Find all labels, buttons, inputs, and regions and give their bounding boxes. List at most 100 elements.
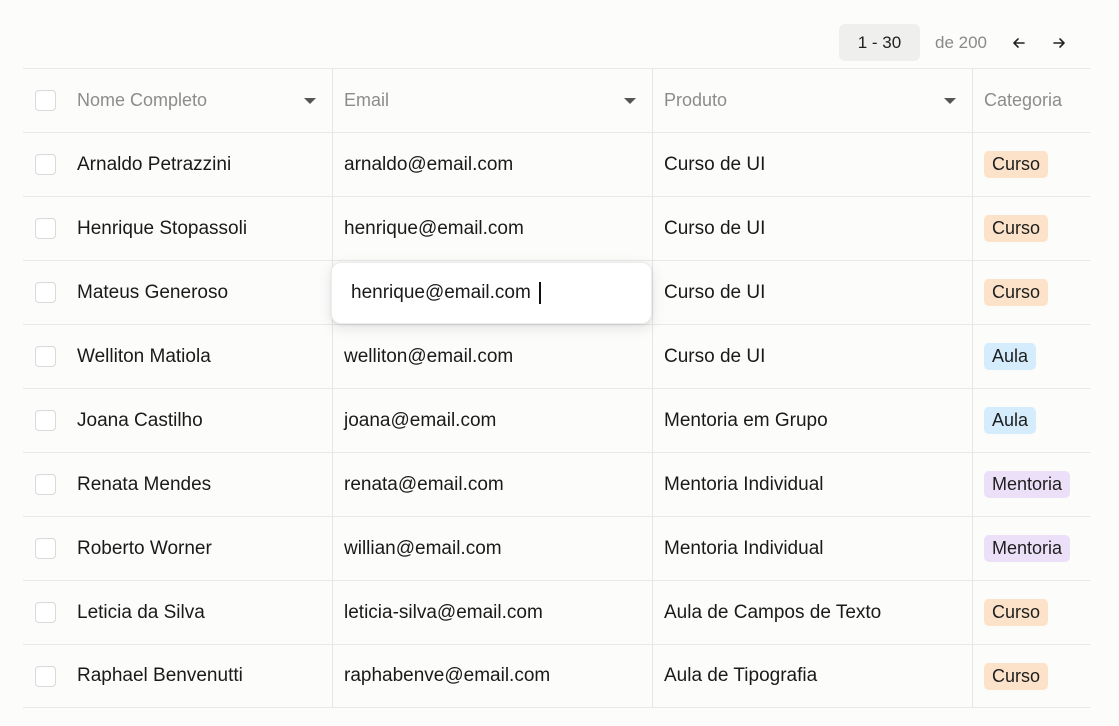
cell-name: Renata Mendes: [23, 453, 332, 516]
category-badge: Mentoria: [984, 471, 1071, 498]
next-page-button[interactable]: [1047, 31, 1071, 55]
category-badge: Mentoria: [984, 535, 1071, 562]
table-row[interactable]: Leticia da Silva leticia-silva@email.com A…: [23, 580, 1090, 644]
cell-email[interactable]: leticia-silva@email.com: [332, 581, 652, 644]
product-text: Mentoria Individual: [664, 537, 824, 559]
column-label: Produto: [664, 90, 728, 110]
table-header-row: Nome Completo Email Produto Categoria: [23, 68, 1090, 132]
table-row[interactable]: Henrique Stopassoli henrique@email.com Cur…: [23, 196, 1090, 260]
email-text: joana@email.com: [344, 409, 497, 431]
table-row[interactable]: Roberto Worner willian@email.com Mentoria …: [23, 516, 1090, 580]
cell-email[interactable]: welliton@email.com: [332, 325, 652, 388]
table-row[interactable]: Renata Mendes renata@email.com Mentoria In…: [23, 452, 1090, 516]
chevron-down-icon[interactable]: [304, 97, 316, 104]
product-text: Mentoria Individual: [664, 473, 824, 495]
name-text: Arnaldo Petrazzini: [77, 153, 232, 175]
cell-category[interactable]: Aula: [972, 325, 1090, 388]
row-checkbox[interactable]: [35, 665, 56, 687]
cell-category[interactable]: Mentoria: [972, 517, 1090, 580]
cell-name: Joana Castilho: [23, 389, 332, 452]
product-text: Aula de Tipografia: [664, 665, 818, 686]
cell-email[interactable]: raphabenve@email.com: [332, 645, 652, 707]
chevron-down-icon[interactable]: [624, 97, 636, 104]
category-badge: Curso: [984, 151, 1049, 178]
cell-name: Raphael Benvenutti: [23, 645, 332, 707]
cell-category[interactable]: Curso: [972, 645, 1090, 707]
row-checkbox[interactable]: [35, 218, 56, 239]
email-edit-popover: [331, 262, 652, 324]
name-text: Welliton Matiola: [77, 345, 211, 367]
row-checkbox[interactable]: [35, 602, 56, 623]
table-row[interactable]: Arnaldo Petrazzini arnaldo@email.com Curso…: [23, 132, 1090, 196]
row-checkbox[interactable]: [35, 282, 56, 303]
text-cursor: [539, 282, 541, 304]
column-label: Email: [344, 90, 390, 110]
cell-category[interactable]: Curso: [972, 581, 1090, 644]
cell-product[interactable]: Aula de Campos de Texto: [652, 581, 972, 644]
cell-category[interactable]: Curso: [972, 133, 1090, 196]
cell-name: Mateus Generoso: [23, 261, 332, 324]
cell-name: Arnaldo Petrazzini: [23, 133, 332, 196]
cell-category[interactable]: Curso: [972, 197, 1090, 260]
cell-product[interactable]: Mentoria em Grupo: [652, 389, 972, 452]
cell-category[interactable]: Mentoria: [972, 453, 1090, 516]
email-text: raphabenve@email.com: [344, 665, 551, 686]
cell-name: Roberto Worner: [23, 517, 332, 580]
table-row[interactable]: Welliton Matiola welliton@email.com Curso …: [23, 324, 1090, 388]
cell-category[interactable]: Aula: [972, 389, 1090, 452]
chevron-down-icon[interactable]: [944, 97, 956, 104]
row-checkbox[interactable]: [35, 154, 56, 175]
data-table: Nome Completo Email Produto Categoria Ar…: [23, 68, 1090, 708]
product-text: Aula de Campos de Texto: [664, 601, 882, 623]
cell-product[interactable]: Mentoria Individual: [652, 517, 972, 580]
cell-email[interactable]: arnaldo@email.com: [332, 133, 652, 196]
email-text: leticia-silva@email.com: [344, 601, 543, 623]
category-badge: Curso: [984, 215, 1049, 242]
email-text: welliton@email.com: [344, 345, 514, 367]
cell-name: Leticia da Silva: [23, 581, 332, 644]
column-label: Categoria: [984, 90, 1063, 110]
page-range[interactable]: 1 - 30: [839, 24, 920, 61]
email-edit-input[interactable]: [351, 282, 581, 304]
arrow-right-icon: [1053, 37, 1065, 48]
product-text: Curso de UI: [664, 345, 766, 367]
name-text: Renata Mendes: [77, 473, 212, 495]
cell-email[interactable]: willian@email.com: [332, 517, 652, 580]
name-text: Joana Castilho: [77, 409, 203, 431]
cell-category[interactable]: Curso: [972, 261, 1090, 324]
column-header-name[interactable]: Nome Completo: [23, 69, 332, 132]
column-header-product[interactable]: Produto: [652, 69, 972, 132]
cell-product[interactable]: Aula de Tipografia: [652, 645, 972, 707]
cell-email[interactable]: henrique@email.com: [332, 197, 652, 260]
product-text: Curso de UI: [664, 217, 766, 239]
category-badge: Aula: [984, 407, 1037, 434]
cell-product[interactable]: Curso de UI: [652, 261, 972, 324]
prev-page-button[interactable]: [1007, 31, 1031, 55]
email-text: willian@email.com: [344, 537, 502, 559]
column-header-email[interactable]: Email: [332, 69, 652, 132]
name-text: Henrique Stopassoli: [77, 217, 248, 239]
cell-product[interactable]: Curso de UI: [652, 197, 972, 260]
table-row[interactable]: Raphael Benvenutti raphabenve@email.com Au…: [23, 644, 1090, 708]
name-text: Mateus Generoso: [77, 281, 229, 303]
cell-product[interactable]: Curso de UI: [652, 325, 972, 388]
row-checkbox[interactable]: [35, 538, 56, 559]
page-total: de 200: [935, 32, 987, 52]
email-text: arnaldo@email.com: [344, 153, 514, 175]
data-table-page: 1 - 30 de 200 Nome Completo Email Produt…: [0, 0, 1119, 726]
column-header-category[interactable]: Categoria: [972, 69, 1090, 132]
row-checkbox[interactable]: [35, 346, 56, 367]
row-checkbox[interactable]: [35, 410, 56, 431]
table-row[interactable]: Joana Castilho joana@email.com Mentoria em…: [23, 388, 1090, 452]
select-all-checkbox[interactable]: [35, 90, 56, 111]
cell-product[interactable]: Mentoria Individual: [652, 453, 972, 516]
email-text: henrique@email.com: [344, 217, 524, 239]
cell-email[interactable]: renata@email.com: [332, 453, 652, 516]
product-text: Curso de UI: [664, 281, 766, 303]
email-text: renata@email.com: [344, 473, 504, 495]
pagination: 1 - 30 de 200: [839, 24, 1071, 61]
cell-product[interactable]: Curso de UI: [652, 133, 972, 196]
row-checkbox[interactable]: [35, 474, 56, 495]
cell-email[interactable]: joana@email.com: [332, 389, 652, 452]
product-text: Curso de UI: [664, 153, 766, 175]
